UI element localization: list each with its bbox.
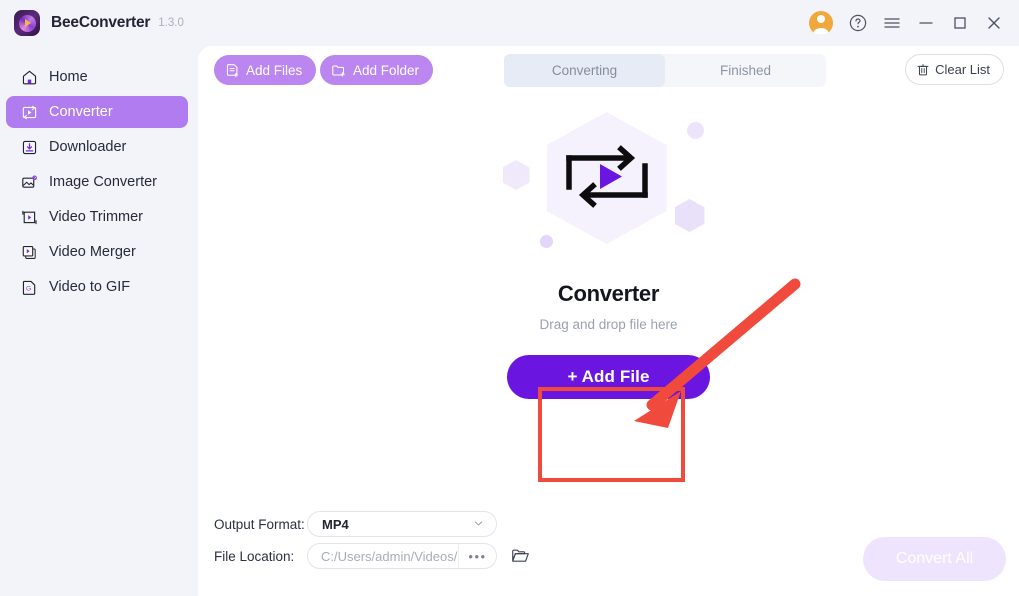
sidebar-item-converter[interactable]: Converter: [6, 96, 188, 128]
home-icon: [20, 68, 38, 86]
window-controls: [809, 0, 1019, 46]
beeconverter-logo-icon: [14, 10, 40, 36]
file-location-label: File Location:: [214, 548, 295, 564]
download-icon: [20, 138, 38, 156]
sidebar-item-image-converter[interactable]: Image Converter: [6, 166, 188, 198]
video-convert-hexagon-illustration: [489, 104, 729, 279]
convert-all-button[interactable]: Convert All: [863, 537, 1006, 581]
tab-finished-label: Finished: [719, 63, 772, 78]
add-folder-icon: [331, 63, 347, 78]
sidebar-item-label: Home: [49, 68, 88, 85]
add-file-button[interactable]: + Add File: [507, 355, 710, 399]
add-folder-label: Add Folder: [353, 62, 420, 78]
sidebar-item-label: Video Merger: [49, 243, 136, 260]
file-location-row: File Location: C:/Users/admin/Videos/ ••…: [214, 543, 530, 569]
file-location-value: C:/Users/admin/Videos/: [321, 548, 458, 564]
browse-location-button[interactable]: •••: [458, 544, 496, 568]
sidebar-item-label: Video to GIF: [49, 278, 131, 295]
toolbar: Add Files Add Folder Converting Finished…: [198, 46, 1019, 96]
title-bar: BeeConverter 1.3.0: [0, 0, 1019, 46]
status-tabs: Converting Finished: [504, 54, 826, 87]
sidebar: Home Converter Downloader Image Converte…: [0, 46, 198, 596]
page-title: Converter: [557, 281, 660, 306]
image-convert-icon: [20, 173, 38, 191]
svg-text:G: G: [26, 285, 31, 292]
video-to-gif-icon: G: [20, 278, 38, 296]
close-icon[interactable]: [977, 0, 1011, 46]
sidebar-item-downloader[interactable]: Downloader: [6, 131, 188, 163]
trash-icon: [916, 63, 930, 77]
output-format-select[interactable]: MP4: [307, 511, 497, 537]
chevron-down-icon: [473, 517, 484, 532]
sidebar-item-label: Downloader: [49, 138, 127, 155]
minimize-icon[interactable]: [909, 0, 943, 46]
tab-converting-label: Converting: [551, 63, 618, 78]
bottom-bar: Output Format: MP4 File Location: C:/Use…: [198, 496, 1019, 596]
drag-drop-hint: Drag and drop file here: [539, 317, 678, 332]
app-title: BeeConverter: [51, 14, 151, 31]
maximize-icon[interactable]: [943, 0, 977, 46]
add-files-label: Add Files: [246, 62, 303, 78]
converter-icon: [20, 103, 38, 121]
tab-converting[interactable]: Converting: [504, 54, 665, 87]
video-merge-icon: [20, 243, 38, 261]
main-panel: Add Files Add Folder Converting Finished…: [198, 46, 1019, 596]
sidebar-item-video-merger[interactable]: Video Merger: [6, 236, 188, 268]
sidebar-item-label: Image Converter: [49, 173, 157, 190]
user-avatar-icon[interactable]: [809, 11, 833, 35]
question-circle-icon[interactable]: [841, 0, 875, 46]
add-folder-button[interactable]: Add Folder: [320, 55, 434, 85]
sidebar-item-video-to-gif[interactable]: G Video to GIF: [6, 271, 188, 303]
sidebar-item-label: Converter: [49, 103, 113, 120]
sidebar-item-label: Video Trimmer: [49, 208, 144, 225]
output-format-row: Output Format: MP4: [214, 511, 497, 537]
folder-open-icon[interactable]: [511, 547, 530, 565]
sidebar-item-video-trimmer[interactable]: Video Trimmer: [6, 201, 188, 233]
app-version-label: 1.3.0: [158, 17, 184, 29]
file-location-field[interactable]: C:/Users/admin/Videos/ •••: [307, 543, 497, 569]
add-files-button[interactable]: Add Files: [214, 55, 317, 85]
clear-list-button[interactable]: Clear List: [905, 54, 1004, 85]
clear-list-label: Clear List: [935, 62, 990, 77]
sidebar-item-home[interactable]: Home: [6, 61, 188, 93]
video-trim-icon: [20, 208, 38, 226]
tab-finished[interactable]: Finished: [665, 54, 826, 87]
output-format-value: MP4: [322, 516, 349, 532]
add-file-icon: [225, 63, 240, 78]
hamburger-menu-icon[interactable]: [875, 0, 909, 46]
output-format-label: Output Format:: [214, 516, 305, 532]
empty-state: Converter Drag and drop file here + Add …: [198, 96, 1019, 536]
beeconverter-window: BeeConverter 1.3.0 Home Converter Downlo…: [0, 0, 1019, 596]
